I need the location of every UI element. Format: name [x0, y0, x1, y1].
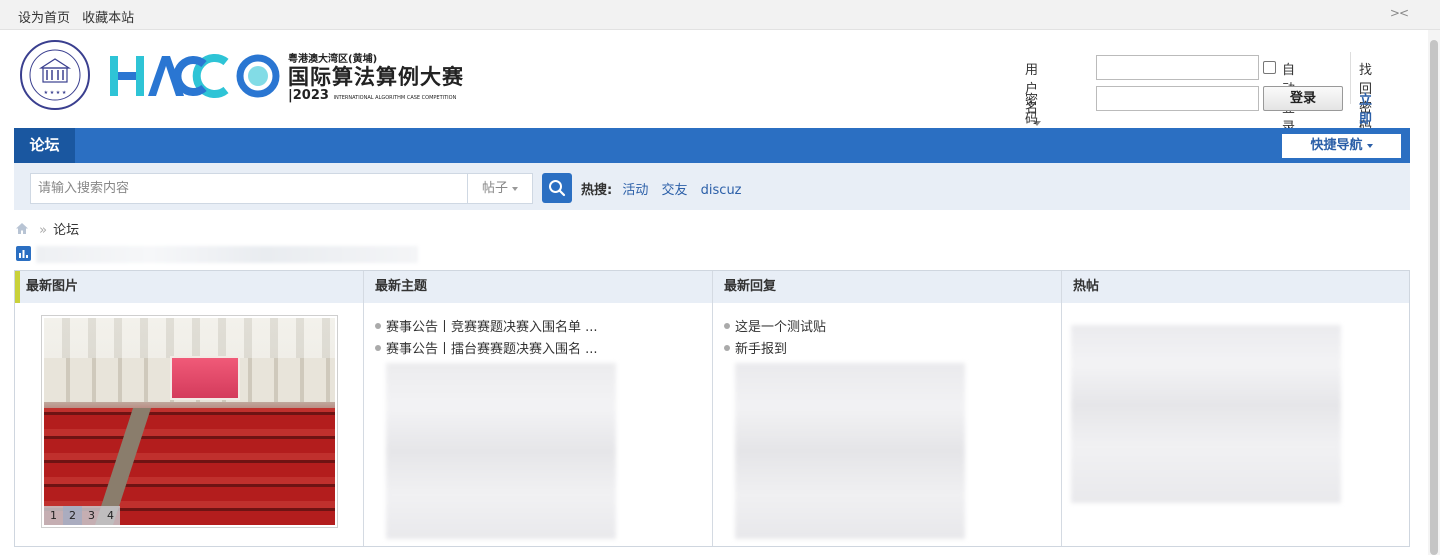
stats-icon [16, 246, 31, 261]
scrollbar-thumb[interactable] [1430, 40, 1438, 555]
pager-item-1[interactable]: 1 [44, 506, 63, 525]
search-icon [549, 180, 566, 197]
competition-title-line2: 国际算法算例大赛 [288, 65, 464, 89]
slideshow-pager: 1234 [44, 506, 120, 525]
top-toolbar: 设为首页 收藏本站 >< [0, 0, 1440, 30]
seal-logo-icon: ★ ★ ★ ★ [20, 40, 90, 110]
search-type-label: 帖子 [481, 181, 508, 196]
hot-term-social[interactable]: 交友 [662, 183, 688, 198]
breadcrumb-separator: » [39, 223, 48, 238]
username-input[interactable] [1096, 55, 1259, 80]
portal-grid: 最新图片 1234 最新主题 赛事公告丨竞赛赛题决赛入围名单 ... 赛事公告丨… [14, 270, 1410, 547]
auto-login-checkbox[interactable] [1263, 61, 1276, 74]
latest-topics-list: 赛事公告丨竞赛赛题决赛入围名单 ... 赛事公告丨擂台赛赛题决赛入围名 ... [375, 317, 598, 361]
latest-replies-column: 最新回复 这是一个测试贴 新手报到 [713, 271, 1062, 546]
vertical-scrollbar[interactable] [1428, 30, 1440, 555]
login-divider [1350, 52, 1351, 104]
tab-forum[interactable]: 论坛 [14, 128, 75, 163]
search-button[interactable] [542, 173, 572, 203]
competition-year: 2023 [292, 88, 329, 103]
latest-replies-list: 这是一个测试贴 新手报到 [724, 317, 826, 361]
latest-pictures-column: 最新图片 1234 [15, 271, 364, 546]
hot-posts-column: 热帖 [1062, 271, 1409, 546]
password-label: 密码 [1025, 93, 1039, 127]
hot-search-label: 热搜: [581, 183, 613, 198]
chevron-down-icon [1366, 143, 1373, 148]
list-item[interactable]: 赛事公告丨擂台赛赛题决赛入围名 ... [375, 339, 598, 361]
chevron-down-icon [512, 186, 518, 191]
list-item[interactable]: 赛事公告丨竞赛赛题决赛入围名单 ... [375, 317, 598, 339]
top-links: 设为首页 收藏本站 [18, 7, 142, 26]
photo-ceiling-lights [44, 318, 335, 358]
list-item[interactable]: 新手报到 [724, 339, 826, 361]
search-type-select[interactable]: 帖子 [467, 173, 533, 204]
blurred-content [1071, 325, 1341, 503]
competition-subtitle: INTERNATIONAL ALGORITHM CASE COMPETITION [333, 95, 457, 101]
hot-term-discuz[interactable]: discuz [701, 183, 742, 198]
hacc-logo-icon [108, 50, 284, 102]
pager-item-3[interactable]: 3 [82, 506, 101, 525]
header-accent [15, 271, 20, 303]
competition-title-line3: |2023 INTERNATIONAL ALGORITHM CASE COMPE… [288, 88, 457, 103]
login-button[interactable]: 登录 [1263, 86, 1343, 111]
set-homepage-link[interactable]: 设为首页 [18, 11, 70, 26]
list-item[interactable]: 这是一个测试贴 [724, 317, 826, 339]
blurred-content [386, 363, 616, 539]
search-bar: 请输入搜索内容 帖子 热搜: 活动 交友 discuz [14, 163, 1410, 210]
search-input[interactable]: 请输入搜索内容 [30, 173, 468, 204]
bookmark-site-link[interactable]: 收藏本站 [82, 11, 134, 26]
pager-item-4[interactable]: 4 [101, 506, 120, 525]
quick-nav-button[interactable]: 快捷导航 [1282, 134, 1401, 158]
latest-replies-header: 最新回复 [713, 271, 1062, 303]
password-input[interactable] [1096, 86, 1259, 111]
competition-title: 粤港澳大湾区(黄埔) 国际算法算例大赛 |2023 INTERNATIONAL … [288, 50, 464, 105]
stats-text-blurred [36, 246, 418, 263]
latest-picture-slideshow[interactable]: 1234 [41, 315, 338, 528]
hot-term-activity[interactable]: 活动 [622, 183, 648, 198]
latest-pictures-header: 最新图片 [15, 271, 364, 303]
competition-title-line1: 粤港澳大湾区(黄埔) [288, 54, 378, 65]
auditorium-photo[interactable]: 1234 [44, 318, 335, 525]
main-nav: 论坛 快捷导航 [14, 128, 1410, 163]
svg-text:★ ★ ★ ★: ★ ★ ★ ★ [44, 90, 67, 96]
latest-topics-column: 最新主题 赛事公告丨竞赛赛题决赛入围名单 ... 赛事公告丨擂台赛赛题决赛入围名… [364, 271, 713, 546]
quick-nav-label: 快捷导航 [1310, 138, 1363, 153]
hot-posts-header: 热帖 [1062, 271, 1409, 303]
hot-search: 热搜: 活动 交友 discuz [581, 179, 751, 198]
photo-stage-screen [170, 356, 240, 400]
collapse-icon[interactable]: >< [1390, 6, 1409, 20]
breadcrumb: » 论坛 [15, 219, 79, 238]
pager-item-2[interactable]: 2 [63, 506, 82, 525]
site-header: ★ ★ ★ ★ 粤港澳大湾区(黄埔) 国际算法算例大赛 |2023 INTERN… [0, 30, 1428, 165]
blurred-content [735, 363, 965, 539]
breadcrumb-current[interactable]: 论坛 [53, 223, 79, 238]
home-icon[interactable] [15, 222, 29, 235]
latest-topics-header: 最新主题 [364, 271, 713, 303]
